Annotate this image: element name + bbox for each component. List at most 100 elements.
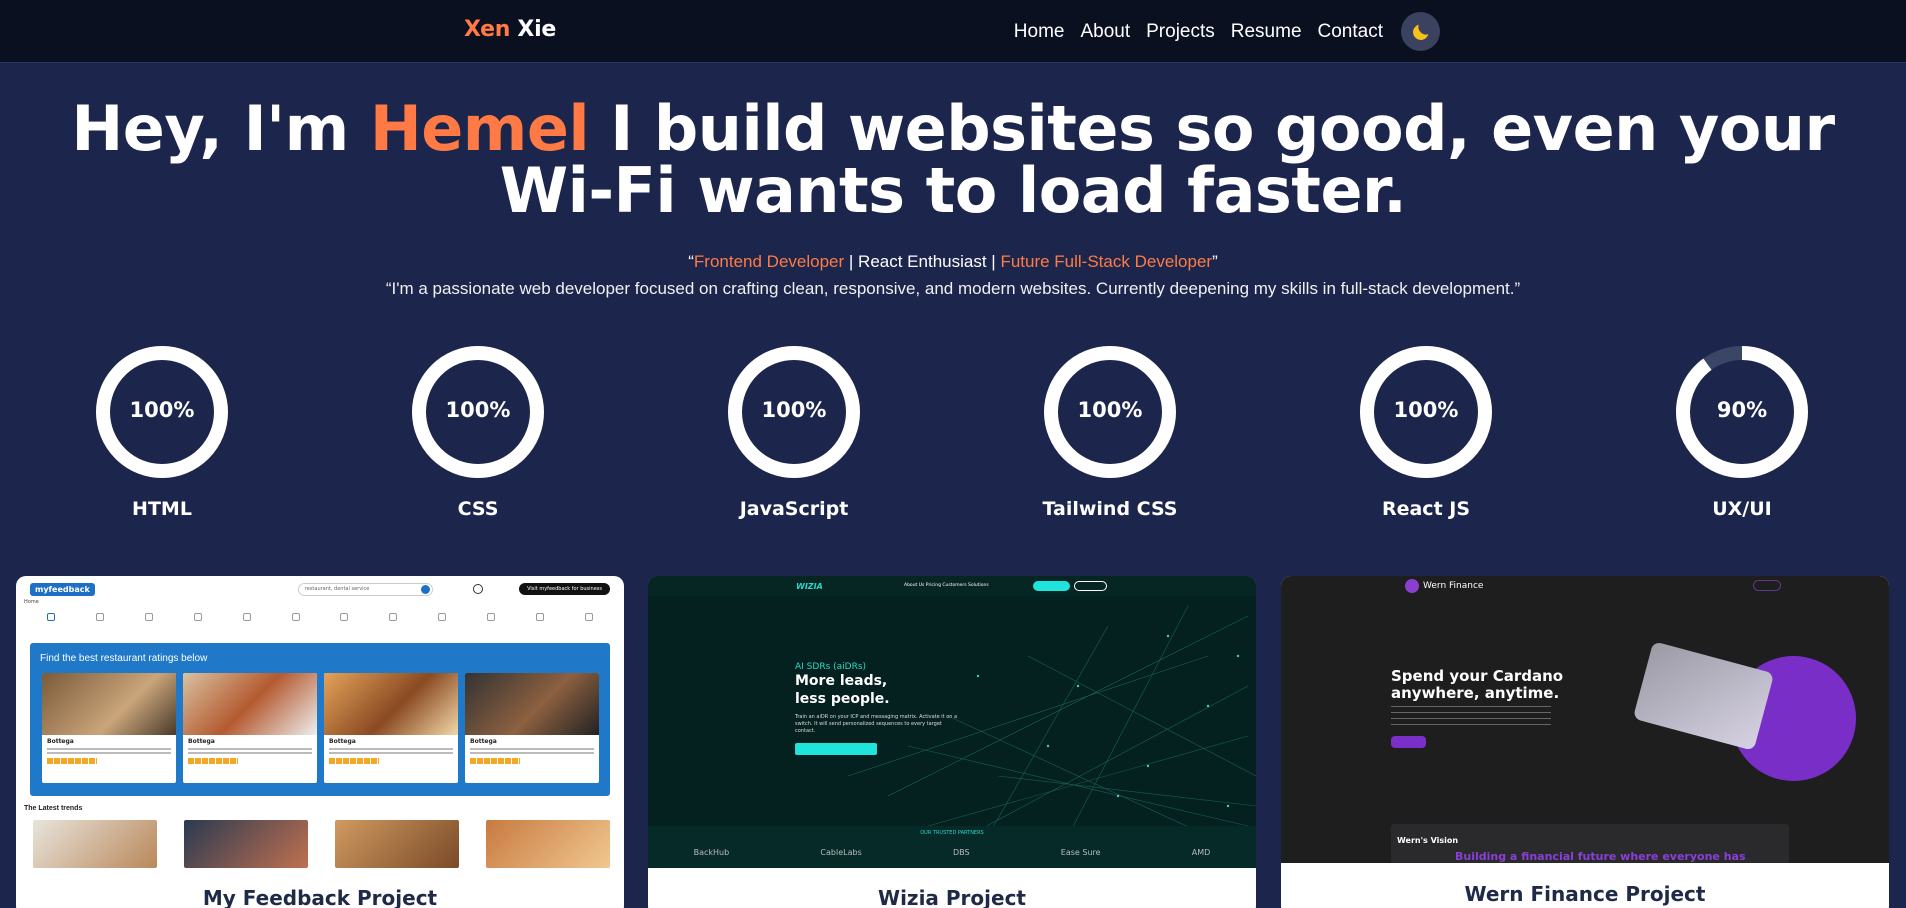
partner-logo: BackHub	[693, 848, 730, 857]
category-icon	[279, 613, 313, 645]
preview-cta	[1391, 736, 1426, 748]
hero-description: “I'm a passionate web developer focused …	[385, 279, 1521, 298]
preview-section-title: The Latest trends	[24, 805, 83, 812]
role-react: React Enthusiast	[858, 252, 987, 271]
top-navbar: Xen Xie Home About Projects Resume Conta…	[0, 0, 1906, 63]
project-card-wizia[interactable]: WIZIA About Us Pricing Customers Solutio…	[648, 576, 1256, 908]
category-icon	[230, 613, 264, 645]
category-icon	[132, 613, 166, 645]
vision-title: Wern's Vision	[1397, 836, 1459, 845]
category-icon	[572, 613, 606, 645]
partner-logo: DBS	[952, 848, 970, 857]
nav-link-contact[interactable]: Contact	[1318, 21, 1383, 43]
preview-logo: WIZIA	[796, 582, 823, 591]
skill-html: 100% HTML	[62, 346, 262, 520]
category-icon	[83, 613, 117, 645]
skill-name: UX/UI	[1712, 498, 1772, 520]
preview-kicker: AI SDRs (aiDRs)	[795, 662, 867, 672]
role-frontend: Frontend Developer	[693, 252, 845, 271]
partner-logo: AMD	[1191, 848, 1211, 857]
preview-body: Train an aiDR on your ICP and messaging …	[795, 714, 958, 734]
skill-name: CSS	[457, 498, 499, 520]
nav-link-projects[interactable]: Projects	[1146, 21, 1215, 43]
hero-headline: Hey, I'm Hemel I build websites so good,…	[60, 98, 1846, 222]
partner-logo: CableLabs	[820, 848, 862, 857]
role-fullstack: Future Full-Stack Developer	[1000, 252, 1213, 271]
preview-thumbnail	[486, 820, 610, 868]
preview-logo: myfeedback	[30, 582, 95, 596]
preview-nav-links: About Us Pricing Customers Solutions	[904, 583, 989, 588]
hero-title-intro: Hey, I'm	[71, 92, 349, 165]
project-card-wern-finance[interactable]: Wern Finance Spend your Cardano anywhere…	[1281, 576, 1889, 908]
tile-name: Bottega	[188, 738, 215, 745]
tile-name: Bottega	[47, 738, 74, 745]
hero-tagline: “Frontend Developer | React Enthusiast |…	[0, 252, 1906, 272]
skill-name: HTML	[132, 498, 192, 520]
preview-cta	[795, 743, 877, 755]
preview-banner: Find the best restaurant ratings below B…	[30, 643, 610, 796]
tile-name: Bottega	[470, 738, 497, 745]
preview-logo-text: Wern Finance	[1423, 581, 1484, 591]
category-icon	[181, 613, 215, 645]
skill-percent: 100%	[445, 398, 511, 422]
project-title[interactable]: Wizia Project	[648, 886, 1256, 908]
preview-search-text: restaurant, dental service	[304, 585, 370, 592]
partner-logos: BackHub CableLabs DBS Ease Sure AMD	[648, 848, 1256, 857]
logo-first-name: Xen	[464, 17, 511, 42]
nav-link-home[interactable]: Home	[1014, 21, 1065, 43]
preview-hero: AI SDRs (aiDRs) More leads, less people.…	[795, 662, 960, 755]
project-preview-image: Wern Finance Spend your Cardano anywhere…	[1281, 576, 1889, 863]
preview-thumbnail	[184, 820, 308, 868]
preview-categories	[16, 605, 624, 645]
search-icon	[420, 584, 430, 594]
preview-tile: Bottega	[42, 673, 176, 783]
logo-last-name: Xie	[517, 17, 556, 42]
preview-nav-button	[1753, 580, 1781, 591]
nav-link-about[interactable]: About	[1080, 21, 1130, 43]
credit-card-graphic	[1632, 641, 1775, 751]
skill-percent: 100%	[761, 398, 827, 422]
skill-react: 100% React JS	[1326, 346, 1526, 520]
preview-headline: less people.	[795, 691, 890, 707]
category-icon	[474, 613, 508, 645]
project-preview-image: WIZIA About Us Pricing Customers Solutio…	[648, 576, 1256, 868]
skill-javascript: 100% JavaScript	[694, 346, 894, 520]
preview-banner-title: Find the best restaurant ratings below	[40, 653, 208, 664]
preview-partners: OUR TRUSTED PARTNERS BackHub CableLabs D…	[648, 826, 1256, 868]
preview-tile: Bottega	[183, 673, 317, 783]
skill-uxui: 90% UX/UI	[1642, 346, 1842, 520]
preview-thumbnail	[335, 820, 459, 868]
project-title[interactable]: My Feedback Project	[16, 886, 624, 908]
category-icon	[327, 613, 361, 645]
category-icon	[34, 613, 68, 645]
preview-search: restaurant, dental service	[297, 582, 433, 596]
skill-percent: 90%	[1716, 398, 1768, 422]
category-icon	[376, 613, 410, 645]
preview-headline: More leads,	[795, 673, 888, 689]
skill-name: Tailwind CSS	[1042, 498, 1178, 520]
hero-title-rest: I build websites so good, even your Wi-F…	[499, 92, 1835, 227]
category-icon	[425, 613, 459, 645]
nav-link-resume[interactable]: Resume	[1231, 21, 1302, 43]
skill-percent: 100%	[1077, 398, 1143, 422]
preview-tile: Bottega	[324, 673, 458, 783]
preview-thumbnail	[33, 820, 157, 868]
skill-percent: 100%	[1393, 398, 1459, 422]
skill-css: 100% CSS	[378, 346, 578, 520]
project-card-myfeedback[interactable]: myfeedback restaurant, dental service Vi…	[16, 576, 624, 908]
vision-text: Building a financial future where everyo…	[1455, 850, 1746, 863]
quote-close: ”	[1212, 252, 1218, 271]
skill-name: React JS	[1381, 498, 1471, 520]
partner-logo: Ease Sure	[1060, 848, 1101, 857]
skill-tailwind: 100% Tailwind CSS	[1010, 346, 1210, 520]
moon-icon	[1412, 24, 1428, 40]
tagline-separator: |	[844, 252, 859, 271]
preview-headline: Spend your Cardano anywhere, anytime.	[1391, 668, 1563, 702]
project-preview-image: myfeedback restaurant, dental service Vi…	[16, 576, 624, 868]
project-title[interactable]: Wern Finance Project	[1281, 882, 1889, 906]
theme-toggle-button[interactable]	[1401, 12, 1440, 51]
nav-menu: Home About Projects Resume Contact	[1014, 0, 1440, 63]
category-icon	[523, 613, 557, 645]
site-logo[interactable]: Xen Xie	[464, 17, 556, 42]
preview-business-button: Visit myfeedback for business	[519, 583, 610, 595]
